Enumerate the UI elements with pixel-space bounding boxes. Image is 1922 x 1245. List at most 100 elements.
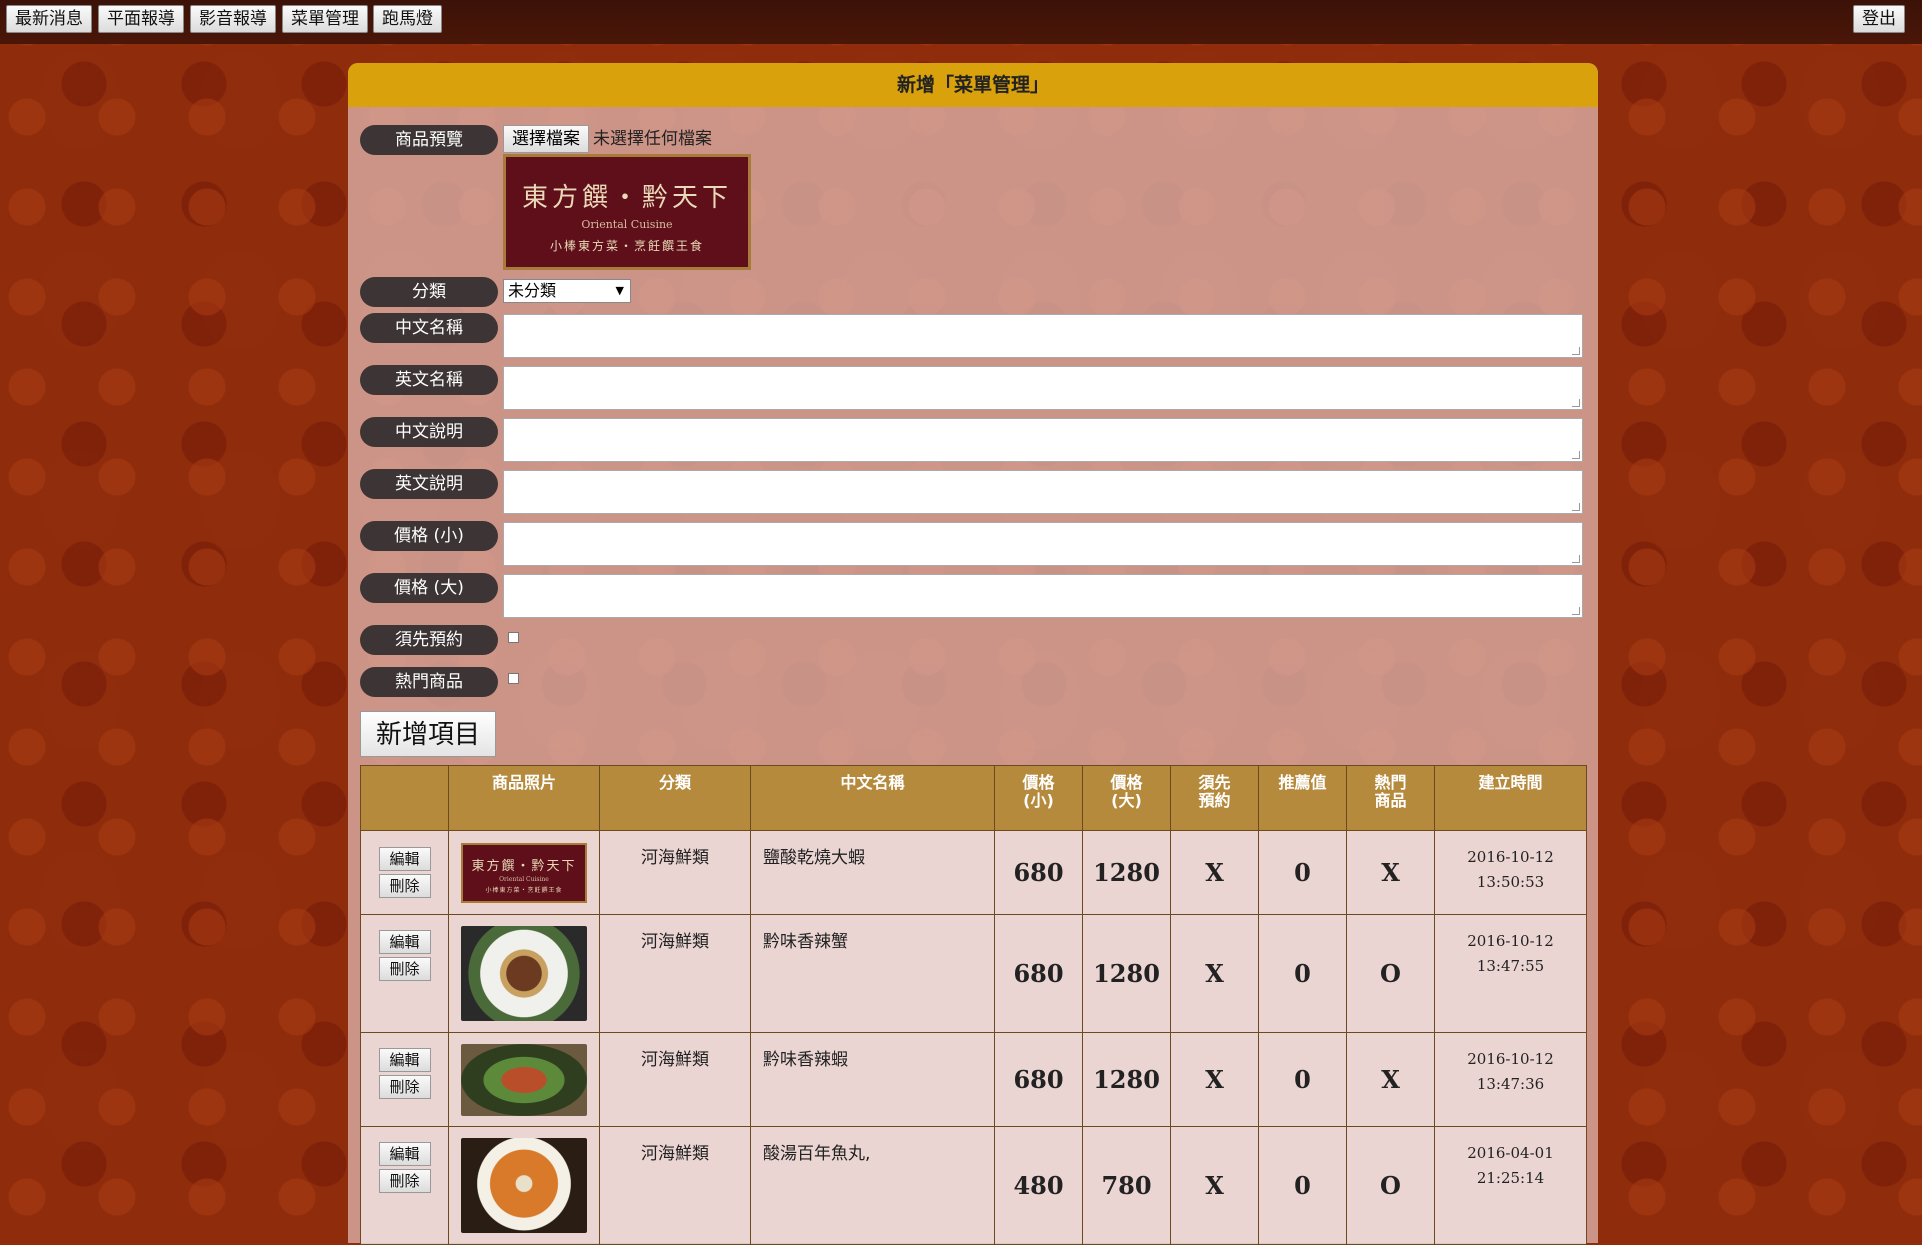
row-photo: 東方饌・黔天下 Oriental Cuisine 小棒東方菜・烹飪饌王食: [448, 830, 600, 915]
row-hot: X: [1346, 1032, 1435, 1127]
reservation-checkbox[interactable]: [508, 632, 519, 643]
header-category: 分類: [599, 765, 751, 831]
edit-button[interactable]: 編輯: [378, 930, 431, 954]
header-recommend: 推薦值: [1258, 765, 1347, 831]
row-actions: 編輯 刪除: [360, 914, 449, 1033]
delete-button[interactable]: 刪除: [378, 957, 431, 981]
label-hot: 熱門商品: [360, 667, 498, 697]
logo-tagline: 小棒東方菜・烹飪饌王食: [485, 886, 563, 894]
menu-items-table: 商品照片 分類 中文名稱 價格 (小) 價格 (大) 須先 預約 推薦值 熱門 …: [360, 765, 1587, 1245]
delete-button[interactable]: 刪除: [378, 874, 431, 898]
row-recommend: 0: [1258, 1032, 1347, 1127]
header-created: 建立時間: [1434, 765, 1587, 831]
label-desc-zh: 中文說明: [360, 417, 498, 447]
nav-news-button[interactable]: 最新消息: [6, 5, 92, 33]
nav-video-media-button[interactable]: 影音報導: [190, 5, 276, 33]
row-date: 2016-10-12: [1467, 1050, 1554, 1068]
add-item-button[interactable]: 新增項目: [360, 711, 496, 757]
table-header-row: 商品照片 分類 中文名稱 價格 (小) 價格 (大) 須先 預約 推薦值 熱門 …: [360, 765, 1587, 831]
price-small-textarea[interactable]: [503, 522, 1583, 566]
form-title: 新增「菜單管理」: [348, 63, 1598, 107]
row-price-small: 680: [994, 914, 1083, 1033]
row-reservation: X: [1170, 914, 1259, 1033]
nav-menu-management-button[interactable]: 菜單管理: [282, 5, 368, 33]
header-actions: [360, 765, 449, 831]
header-photo: 商品照片: [448, 765, 600, 831]
dropdown-arrow-icon: ▼: [615, 284, 624, 297]
nav-marquee-button[interactable]: 跑馬燈: [373, 5, 442, 33]
row-category: 河海鮮類: [599, 830, 751, 915]
row-date: 2016-10-12: [1467, 848, 1554, 866]
row-category: 河海鮮類: [599, 1032, 751, 1127]
label-price-large: 價格 (大): [360, 573, 498, 603]
row-price-small: 680: [994, 830, 1083, 915]
edit-button[interactable]: 編輯: [378, 847, 431, 871]
row-created: 2016-10-12 13:47:55: [1434, 914, 1587, 1033]
row-price-large: 1280: [1082, 914, 1171, 1033]
label-desc-en: 英文說明: [360, 469, 498, 499]
name-zh-textarea[interactable]: [503, 314, 1583, 358]
row-hot: O: [1346, 914, 1435, 1033]
logo-tagline: 小棒東方菜・烹飪饌王食: [549, 239, 704, 253]
header-name-zh: 中文名稱: [750, 765, 995, 831]
label-price-small: 價格 (小): [360, 521, 498, 551]
row-time: 21:25:14: [1476, 1169, 1545, 1187]
row-reservation: X: [1170, 830, 1259, 915]
logo-title: 東方饌・黔天下: [471, 858, 577, 874]
logo-subtitle: Oriental Cuisine: [581, 218, 673, 231]
row-price-small: 680: [994, 1032, 1083, 1127]
row-actions: 編輯 刪除: [360, 830, 449, 915]
delete-button[interactable]: 刪除: [378, 1169, 431, 1193]
file-status-text: 未選擇任何檔案: [593, 129, 712, 149]
row-photo: [448, 1032, 600, 1127]
label-category: 分類: [360, 277, 498, 307]
row-date: 2016-04-01: [1467, 1144, 1554, 1162]
category-select[interactable]: 未分類 ▼: [503, 279, 631, 303]
top-nav-bar: 最新消息 平面報導 影音報導 菜單管理 跑馬燈 登出: [0, 0, 1922, 44]
product-preview-image: 東方饌・黔天下 Oriental Cuisine 小棒東方菜・烹飪饌王食: [503, 154, 751, 270]
header-price-small: 價格 (小): [994, 765, 1083, 831]
choose-file-button[interactable]: 選擇檔案: [503, 125, 589, 153]
header-hot: 熱門 商品: [1346, 765, 1435, 831]
desc-en-textarea[interactable]: [503, 470, 1583, 514]
row-time: 13:47:55: [1476, 957, 1545, 975]
table-row: 編輯 刪除 東方饌・黔天下 Oriental Cuisine 小棒東方菜・烹飪饌…: [360, 830, 1587, 915]
label-preview: 商品預覽: [360, 125, 498, 155]
name-en-textarea[interactable]: [503, 366, 1583, 410]
row-price-large: 1280: [1082, 1032, 1171, 1127]
delete-button[interactable]: 刪除: [378, 1075, 431, 1099]
edit-button[interactable]: 編輯: [378, 1142, 431, 1166]
product-photo: 東方饌・黔天下 Oriental Cuisine 小棒東方菜・烹飪饌王食: [461, 842, 587, 903]
category-selected-value: 未分類: [508, 281, 557, 300]
edit-button[interactable]: 編輯: [378, 1048, 431, 1072]
menu-form-panel: 新增「菜單管理」 商品預覽 選擇檔案 未選擇任何檔案 東方饌・黔天下 Orien…: [348, 63, 1598, 1245]
row-price-large: 1280: [1082, 830, 1171, 915]
row-recommend: 0: [1258, 914, 1347, 1033]
row-photo: [448, 914, 600, 1033]
row-reservation: X: [1170, 1032, 1259, 1127]
row-time: 13:50:53: [1476, 873, 1545, 891]
label-name-zh: 中文名稱: [360, 313, 498, 343]
table-row: 編輯 刪除 河海鮮類 黔味香辣蟹 680 1280 X 0 O 2016-10-…: [360, 914, 1587, 1033]
label-reservation: 須先預約: [360, 625, 498, 655]
row-time: 13:47:36: [1476, 1075, 1545, 1093]
nav-print-media-button[interactable]: 平面報導: [98, 5, 184, 33]
row-created: 2016-10-12 13:47:36: [1434, 1032, 1587, 1127]
hot-checkbox[interactable]: [508, 673, 519, 684]
logout-button[interactable]: 登出: [1853, 5, 1905, 33]
row-name: 鹽酸乾燒大蝦: [750, 830, 995, 915]
price-large-textarea[interactable]: [503, 574, 1583, 618]
row-recommend: 0: [1258, 830, 1347, 915]
row-created: 2016-10-12 13:50:53: [1434, 830, 1587, 915]
logo-title: 東方饌・黔天下: [521, 183, 732, 213]
row-hot: X: [1346, 830, 1435, 915]
header-price-large: 價格 (大): [1082, 765, 1171, 831]
product-photo: [461, 1043, 587, 1116]
product-photo: [461, 1138, 587, 1233]
logo-subtitle: Oriental Cuisine: [499, 875, 549, 883]
row-name: 黔味香辣蝦: [750, 1032, 995, 1127]
desc-zh-textarea[interactable]: [503, 418, 1583, 462]
header-reservation: 須先 預約: [1170, 765, 1259, 831]
product-photo: [461, 926, 587, 1021]
table-row: 編輯 刪除 河海鮮類 黔味香辣蝦 680 1280 X 0 X 2016-10-…: [360, 1032, 1587, 1127]
